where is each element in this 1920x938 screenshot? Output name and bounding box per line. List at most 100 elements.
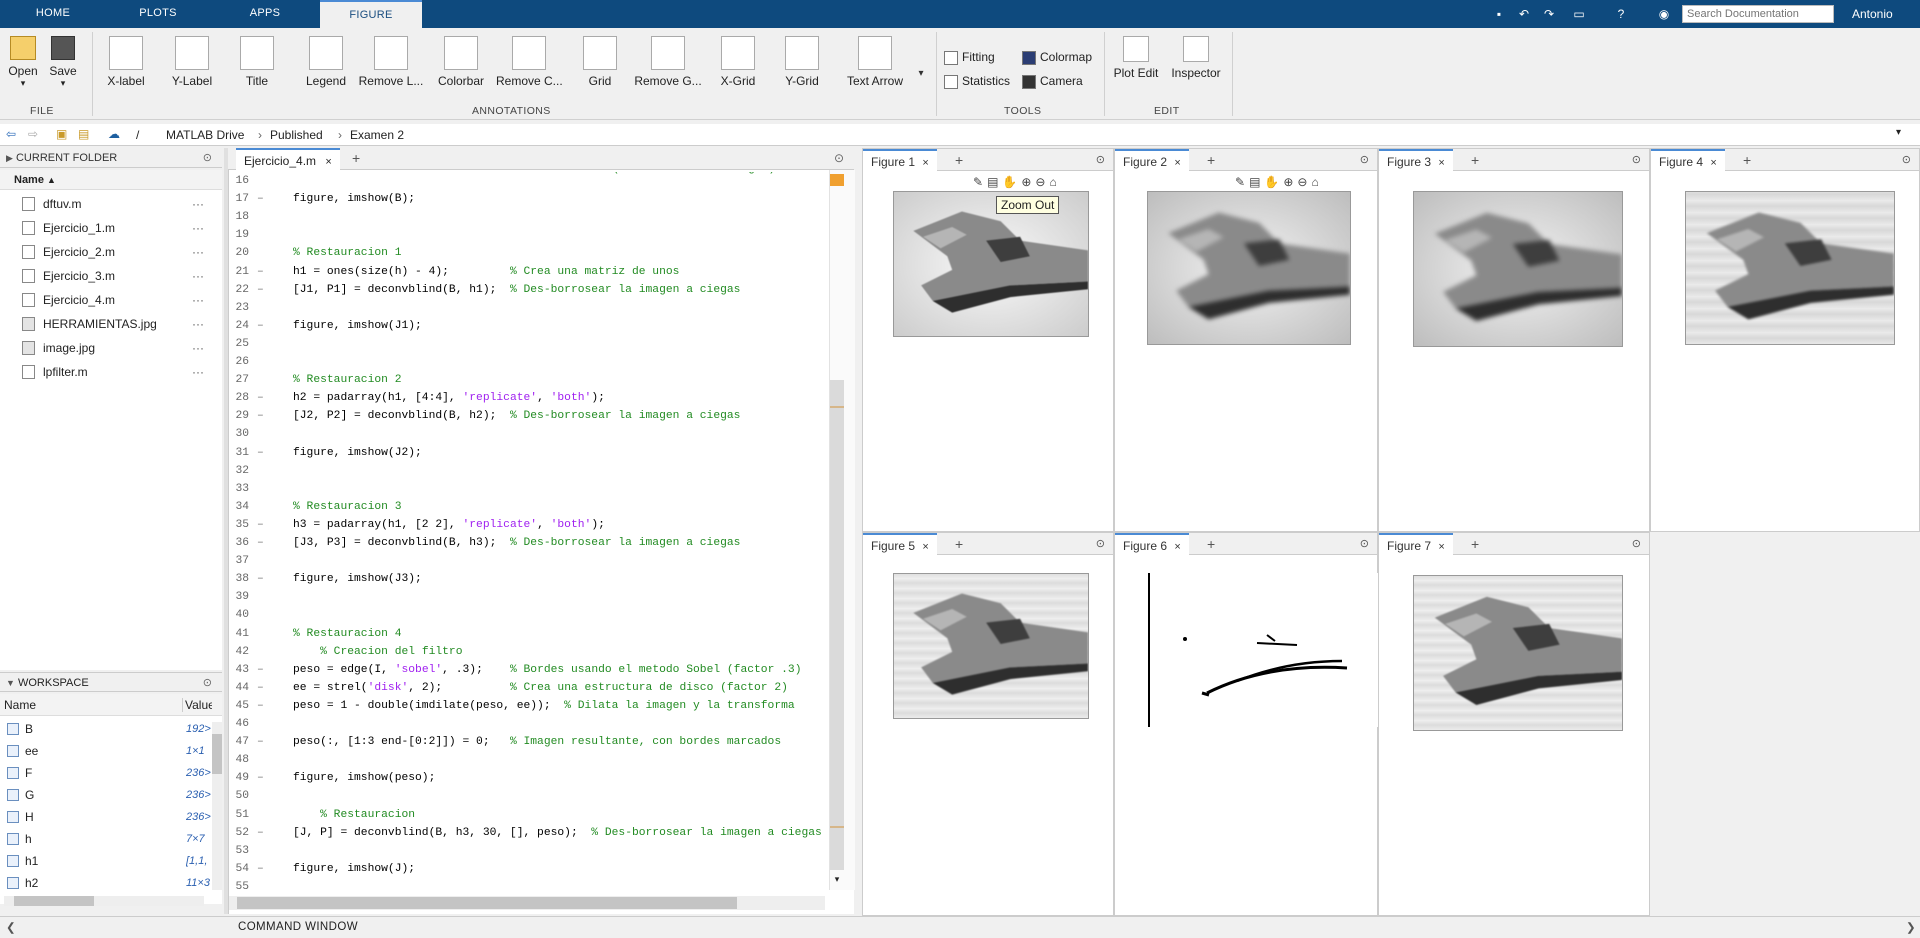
breakpoint-gutter[interactable]: – [257,733,264,751]
code-text[interactable]: h2 = padarray(h1, [4:4], 'replicate', 'b… [293,389,605,407]
code-text[interactable]: % Creacion del filtro [293,643,462,661]
code-text[interactable]: [J3, P3] = deconvblind(B, h3); % Des-bor… [293,534,740,552]
chevron-down-icon[interactable]: ▾ [1896,127,1901,138]
breakpoint-gutter[interactable]: – [257,679,264,697]
breakpoint-gutter[interactable]: – [257,190,264,208]
figure-tab[interactable]: Figure 4 × [1651,149,1725,171]
zoom-in-icon[interactable]: ⊕ [1021,175,1035,189]
grid-button[interactable]: Grid [568,36,632,100]
text-arrow-button[interactable]: Text Arrow [840,36,910,100]
search-documentation-input[interactable] [1682,5,1834,23]
save-quick-icon[interactable]: ▪ [1490,5,1508,23]
cloud-drive-icon[interactable]: ☁ [108,127,120,141]
line-number[interactable]: 42 [229,643,249,661]
code-text[interactable]: figure, imshow(J2); [293,444,422,462]
figure-tab[interactable]: Figure 3 × [1379,149,1453,171]
help-icon[interactable]: ? [1612,5,1630,23]
tab-plots[interactable]: PLOTS [130,0,186,28]
code-text[interactable]: figure, imshow(peso); [293,769,435,787]
workspace-variable[interactable]: B 192> [0,718,211,740]
line-number[interactable]: 17 [229,190,249,208]
figure-tab[interactable]: Figure 2 × [1115,149,1189,171]
close-icon[interactable]: × [922,541,928,553]
breakpoint-gutter[interactable]: – [257,444,264,462]
breakpoint-gutter[interactable]: – [257,516,264,534]
workspace-variable[interactable]: h 7×7 [0,828,210,850]
line-number[interactable]: 44 [229,679,249,697]
panel-menu-icon[interactable]: ⊙ [1096,149,1105,171]
panel-menu-icon[interactable]: ⊙ [1632,533,1641,555]
line-number[interactable]: 47 [229,733,249,751]
chevron-down-icon[interactable]: ▾ [830,874,844,886]
remove-colorbar-button[interactable]: Remove C... [496,36,563,100]
workspace-variable[interactable]: G 236> [0,784,211,806]
line-number[interactable]: 36 [229,534,249,552]
zoom-out-icon[interactable]: ⊖ [1297,175,1311,189]
figure-tab[interactable]: Figure 5 × [863,533,937,555]
undo-icon[interactable]: ↶ [1515,5,1533,23]
line-number[interactable]: 37 [229,552,249,570]
breakpoint-gutter[interactable]: – [257,281,264,299]
x-grid-button[interactable]: X-Grid [708,36,768,100]
breakpoint-gutter[interactable]: – [257,697,264,715]
code-text[interactable]: figure, imshow(B); [293,190,415,208]
redo-icon[interactable]: ↷ [1540,5,1558,23]
line-number[interactable]: 35 [229,516,249,534]
close-icon[interactable]: × [1710,157,1716,169]
editor-scrollbar[interactable]: ▾ [829,170,855,890]
command-window-label[interactable]: COMMAND WINDOW [238,921,358,933]
panel-menu-icon[interactable]: ⊙ [1360,149,1369,171]
tab-apps[interactable]: APPS [238,0,292,28]
line-number[interactable]: 28 [229,389,249,407]
line-number[interactable]: 30 [229,425,249,443]
legend-button[interactable]: Legend [294,36,358,100]
workspace-variable[interactable]: H 236> [0,806,211,828]
breakpoint-gutter[interactable]: – [257,534,264,552]
collapse-icon[interactable]: ▶ [6,153,13,163]
home-icon[interactable]: ⌂ [1311,175,1322,189]
camera-button[interactable]: Camera [1022,74,1083,89]
line-number[interactable]: 32 [229,462,249,480]
plot-edit-button[interactable]: Plot Edit [1110,36,1162,100]
line-number[interactable]: 29 [229,407,249,425]
breakpoint-gutter[interactable]: – [257,661,264,679]
breakpoint-gutter[interactable]: – [257,570,264,588]
chevron-right-icon[interactable]: ❯ [1906,920,1916,934]
y-label-button[interactable]: Y-Label [160,36,224,100]
line-number[interactable]: 27 [229,371,249,389]
line-number[interactable]: 22 [229,281,249,299]
panel-menu-icon[interactable]: ⊙ [1632,149,1641,171]
breakpoint-gutter[interactable]: – [257,824,264,842]
line-number[interactable]: 33 [229,480,249,498]
figure-tab[interactable]: Figure 6 × [1115,533,1189,555]
up-folder-icon[interactable]: ▣ [56,127,67,141]
code-text[interactable]: [J, P] = deconvblind(B, h3, 30, [], peso… [293,824,822,842]
new-figure-icon[interactable]: + [955,533,963,555]
panel-menu-icon[interactable]: ⊙ [1360,533,1369,555]
chevron-left-icon[interactable]: ❮ [6,920,16,934]
panel-menu-icon[interactable]: ⊙ [203,673,212,693]
code-text[interactable]: % Restauracion [293,806,415,824]
name-column-header[interactable]: Name [4,698,36,712]
collapse-icon[interactable]: ▼ [6,678,15,688]
tab-home[interactable]: HOME [22,0,84,28]
line-number[interactable]: 25 [229,335,249,353]
code-text[interactable]: h1 = ones(size(h) - 4); % Crea una matri… [293,263,679,281]
code-text[interactable]: figure, imshow(J1); [293,317,422,335]
gallery-expand-icon[interactable]: ▾ [914,56,928,92]
datatip-icon[interactable]: ▤ [1249,175,1264,189]
brush-icon[interactable]: ✎ [1235,175,1249,189]
workspace-variable[interactable]: h1 [1,1, [0,850,210,872]
breadcrumb-matlab-drive[interactable]: MATLAB Drive [166,128,244,142]
colormap-button[interactable]: Colormap [1022,50,1092,65]
breakpoint-gutter[interactable]: – [257,860,264,878]
code-text[interactable]: h3 = padarray(h1, [2 2], 'replicate', 'b… [293,516,605,534]
code-text[interactable]: peso = edge(I, 'sobel', .3); % Bordes us… [293,661,801,679]
zoom-in-icon[interactable]: ⊕ [1283,175,1297,189]
pan-icon[interactable]: ✋ [1002,175,1021,189]
y-grid-button[interactable]: Y-Grid [770,36,834,100]
new-tab-icon[interactable]: + [352,150,360,166]
edge-image[interactable] [1147,573,1381,727]
open-button[interactable]: Open ▾ [6,36,40,100]
scroll-thumb[interactable] [830,380,844,870]
